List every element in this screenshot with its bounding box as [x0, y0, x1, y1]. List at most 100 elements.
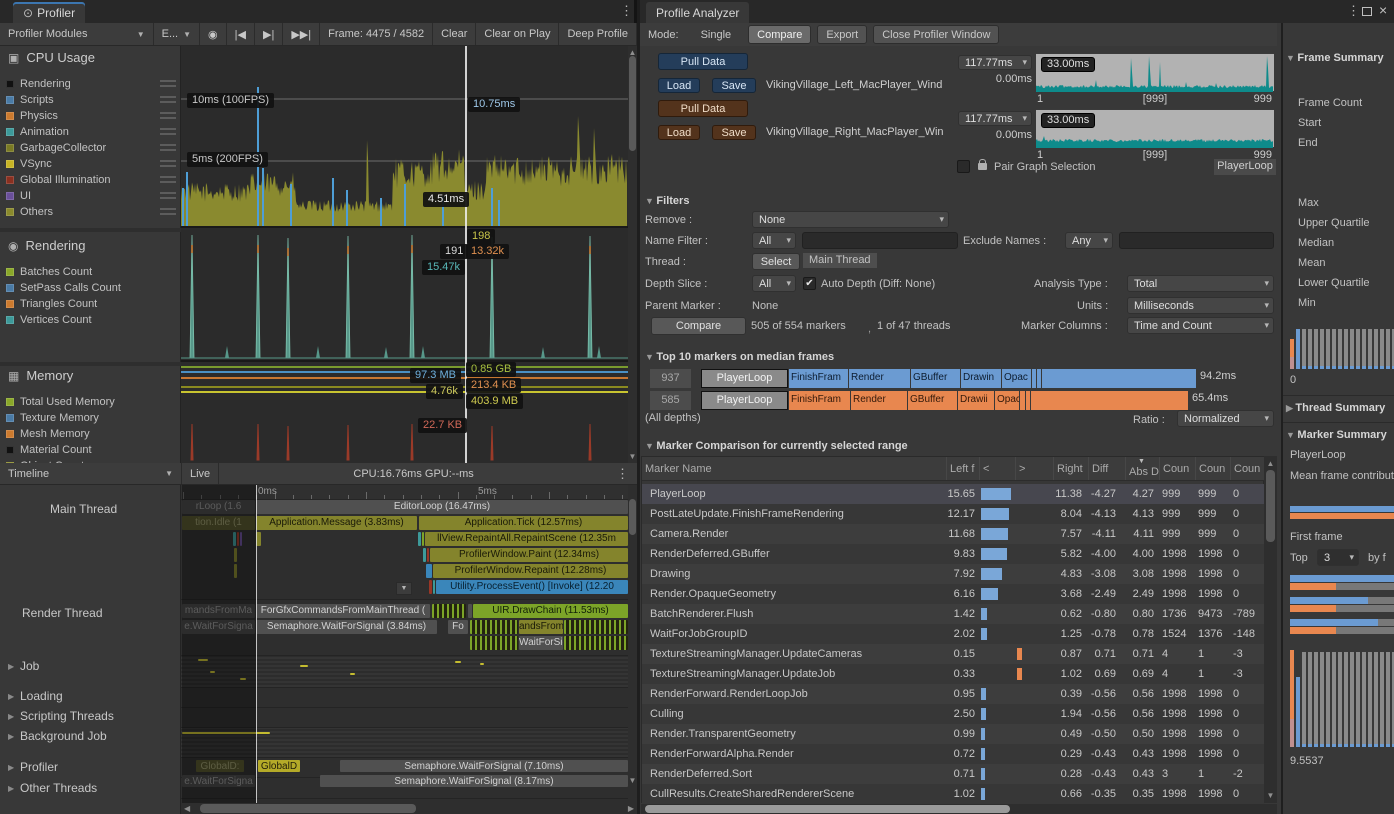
histogram-bar[interactable] — [1290, 719, 1294, 747]
timeline-span[interactable]: Utility.ProcessEvent() [Invoke] (12.20 — [436, 580, 628, 594]
exclude-names-input[interactable] — [1119, 232, 1274, 249]
histogram-bar[interactable] — [1296, 677, 1300, 747]
foldout-arrow-icon[interactable]: ▶ — [8, 712, 14, 721]
chart-canvas[interactable] — [181, 228, 628, 362]
profiler-charts[interactable]: 10ms (100FPS)5ms (200FPS)10.75ms4.51ms19… — [181, 46, 628, 463]
legend-item[interactable]: Total Used Memory — [6, 394, 176, 409]
module-header[interactable]: ◉Rendering — [8, 238, 85, 253]
top10-segment[interactable]: FinishFram — [789, 391, 850, 410]
timeline-span[interactable] — [300, 665, 308, 667]
legend-item[interactable]: Vertices Count — [6, 312, 176, 327]
pair-graph-checkbox[interactable] — [957, 160, 970, 173]
table-row[interactable]: RenderDeferred.Sort0.710.28-0.430.4331-2 — [642, 764, 1265, 784]
histogram-bar[interactable] — [1368, 744, 1372, 747]
column-header-2[interactable]: < — [979, 457, 1015, 480]
timeline-span[interactable]: WaitForSig — [519, 636, 563, 650]
foldout-arrow-icon[interactable]: ▶ — [8, 732, 14, 741]
legend-swatch[interactable] — [6, 176, 14, 184]
timeline-span[interactable] — [470, 636, 518, 650]
legend-swatch[interactable] — [6, 430, 14, 438]
scroll-up-icon[interactable]: ▲ — [1264, 459, 1277, 468]
histogram-bar[interactable] — [1332, 744, 1336, 747]
thread-row-main-thread[interactable]: Main Thread — [0, 502, 181, 517]
legend-swatch[interactable] — [6, 208, 14, 216]
drag-handle-icon[interactable] — [160, 160, 176, 167]
load-button[interactable]: Load — [658, 78, 700, 93]
histogram-bar[interactable] — [1332, 366, 1336, 369]
legend-item[interactable]: UI — [6, 188, 176, 203]
histogram-bar[interactable] — [1338, 329, 1342, 366]
timeline-span[interactable]: Application.Tick (12.57ms) — [419, 516, 628, 530]
tab-profiler[interactable]: ⊙ Profiler — [13, 2, 85, 23]
table-row[interactable]: PostLateUpdate.FinishFrameRendering12.17… — [642, 504, 1265, 524]
comparison-title[interactable]: ▼ Marker Comparison for currently select… — [645, 440, 908, 452]
histogram-bar[interactable] — [1326, 652, 1330, 744]
histogram-bar[interactable] — [1374, 744, 1378, 747]
histogram-bar[interactable] — [1380, 652, 1384, 744]
histogram-bar[interactable] — [1380, 744, 1384, 747]
thread-row-render-thread[interactable]: Render Thread — [0, 606, 181, 621]
deep-profile-button[interactable]: Deep Profile — [559, 23, 637, 45]
histogram-bar[interactable] — [1374, 366, 1378, 369]
depth-scope-dropdown[interactable]: All — [752, 275, 796, 292]
legend-item[interactable]: Rendering — [6, 76, 176, 91]
timeline-span[interactable]: Fo — [448, 620, 468, 634]
table-row[interactable]: PlayerLoop15.6511.38-4.274.279999990 — [642, 484, 1265, 504]
thread-row-job[interactable]: ▶Job — [0, 659, 181, 674]
frame-time-graph[interactable]: 33.00ms — [1036, 109, 1274, 147]
name-filter-scope-dropdown[interactable]: All — [752, 232, 796, 249]
timeline-span[interactable]: ProfilerWindow.Paint (12.34ms) — [430, 548, 628, 562]
timeline-span[interactable] — [564, 620, 628, 634]
histogram-bar[interactable] — [1386, 652, 1390, 744]
legend-swatch[interactable] — [6, 112, 14, 120]
histogram-bar[interactable] — [1356, 366, 1360, 369]
table-row[interactable]: Render.TransparentGeometry0.990.49-0.500… — [642, 724, 1265, 744]
module-header[interactable]: ▦Memory — [8, 368, 73, 383]
scroll-left-icon[interactable]: ◀ — [184, 804, 190, 813]
last-frame-button[interactable]: ▶▶| — [283, 23, 320, 45]
legend-item[interactable]: Animation — [6, 124, 176, 139]
drag-handle-icon[interactable] — [160, 96, 176, 103]
thread-row-loading[interactable]: ▶Loading — [0, 689, 181, 704]
histogram-bar[interactable] — [1380, 366, 1384, 369]
timeline-span[interactable] — [427, 548, 429, 562]
histogram-bar[interactable] — [1374, 652, 1378, 744]
auto-depth-checkbox[interactable]: ✔ — [803, 277, 816, 290]
chart-canvas[interactable] — [181, 46, 628, 228]
column-header-7[interactable]: Coun — [1159, 457, 1195, 480]
legend-item[interactable]: Scripts — [6, 92, 176, 107]
timeline-span[interactable]: Semaphore.WaitForSignal (3.84ms) — [256, 620, 437, 634]
column-header-5[interactable]: Diff — [1088, 457, 1125, 480]
column-header-8[interactable]: Coun — [1195, 457, 1230, 480]
histogram-bar[interactable] — [1386, 744, 1390, 747]
foldout-arrow-icon[interactable]: ▶ — [8, 662, 14, 671]
scroll-down-icon[interactable]: ▼ — [628, 452, 637, 461]
foldout-arrow-icon[interactable]: ▶ — [8, 784, 14, 793]
drag-handle-icon[interactable] — [160, 192, 176, 199]
analyzer-window-menu-icon[interactable]: ⋮ — [1347, 3, 1360, 19]
clear-button[interactable]: Clear — [433, 23, 476, 45]
histogram-bar[interactable] — [1362, 329, 1366, 366]
thread-row-profiler[interactable]: ▶Profiler — [0, 760, 181, 775]
column-header-marker-name[interactable]: Marker Name — [642, 457, 946, 480]
histogram-bar[interactable] — [1344, 366, 1348, 369]
first-frame-button[interactable]: |◀ — [227, 23, 255, 45]
timeline-span[interactable] — [564, 636, 628, 650]
table-row[interactable]: Drawing7.924.83-3.083.08199819980 — [642, 564, 1265, 584]
drag-handle-icon[interactable] — [160, 128, 176, 135]
table-row[interactable]: WaitForJobGroupID2.021.25-0.780.78152413… — [642, 624, 1265, 644]
timeline-span[interactable]: Semaphore.WaitForSignal (7.10ms) — [340, 760, 628, 772]
timeline-span[interactable] — [470, 620, 518, 634]
range-dropdown[interactable]: 117.77ms — [958, 55, 1032, 70]
frame-summary-histogram[interactable] — [1290, 327, 1394, 372]
histogram-bar[interactable] — [1320, 744, 1324, 747]
legend-swatch[interactable] — [6, 80, 14, 88]
units-dropdown[interactable]: Milliseconds — [1127, 297, 1274, 314]
legend-item[interactable]: Texture Memory — [6, 410, 176, 425]
timeline-hscrollbar[interactable]: ◀ ▶ — [181, 803, 637, 814]
legend-item[interactable]: SetPass Calls Count — [6, 280, 176, 295]
table-row[interactable]: BatchRenderer.Flush1.420.62-0.800.801736… — [642, 604, 1265, 624]
legend-swatch[interactable] — [6, 398, 14, 406]
column-header-3[interactable]: > — [1015, 457, 1053, 480]
histogram-bar[interactable] — [1302, 329, 1306, 366]
